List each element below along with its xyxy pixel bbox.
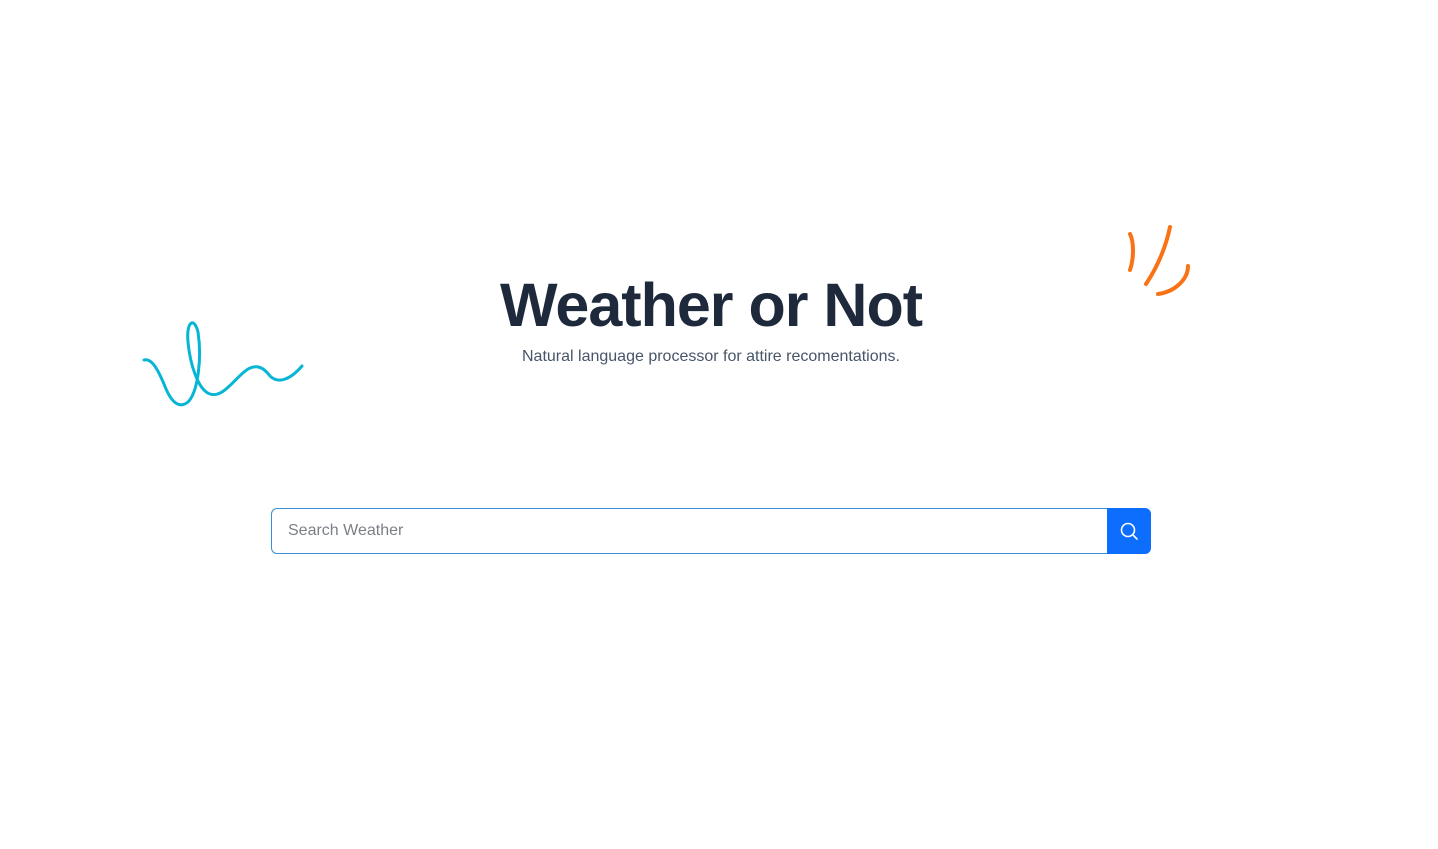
hero: Weather or Not Natural language processo… — [0, 268, 1422, 368]
search-icon — [1120, 522, 1138, 540]
page-subtitle: Natural language processor for attire re… — [522, 348, 900, 365]
page: Weather or Not Natural language processo… — [0, 0, 1438, 849]
page-title: Weather or Not — [499, 271, 923, 339]
search-bar — [271, 508, 1151, 554]
search-input[interactable] — [271, 508, 1107, 554]
search-button[interactable] — [1107, 508, 1151, 554]
